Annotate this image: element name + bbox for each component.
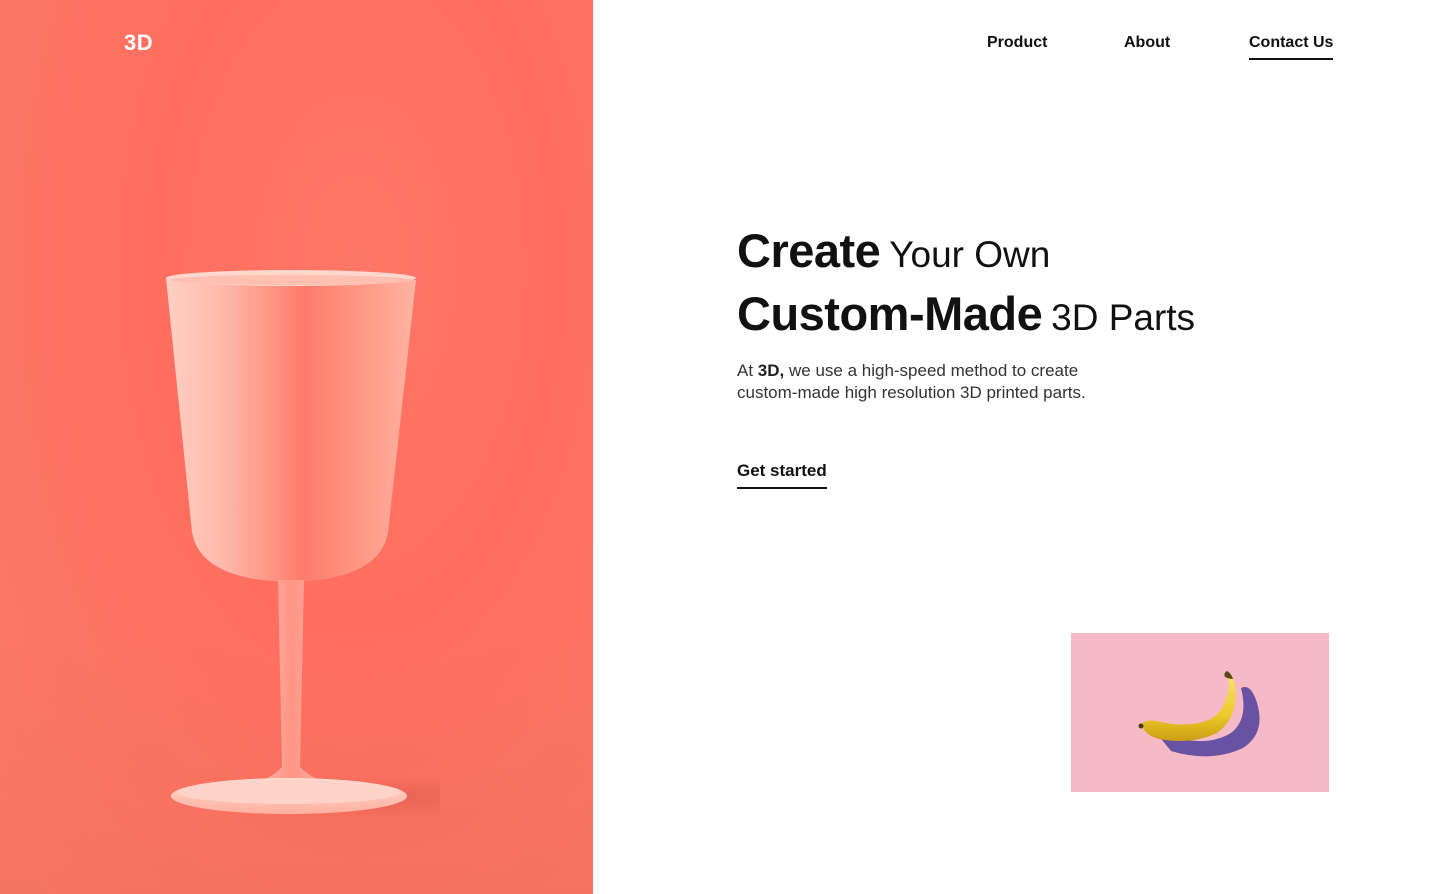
nav-contact-link[interactable]: Contact Us	[1249, 34, 1334, 60]
get-started-link[interactable]: Get started	[737, 461, 827, 489]
hero-headline: Create Your Own Custom-Made 3D Parts	[737, 222, 1195, 348]
headline-line1-bold: Create	[737, 224, 881, 277]
hero-description: At 3D, we use a high-speed method to cre…	[737, 360, 1137, 404]
description-prefix: At	[737, 361, 758, 380]
headline-line1-light: Your Own	[889, 234, 1051, 275]
description-rest: we use a high-speed method to create cus…	[737, 361, 1086, 402]
nav-about-link[interactable]: About	[1124, 34, 1170, 52]
logo[interactable]: 3D	[124, 30, 153, 56]
banana-image	[1138, 671, 1260, 757]
hero-image-panel: 3D	[0, 0, 593, 894]
description-brand: 3D,	[757, 361, 785, 380]
wine-glass-image	[166, 270, 440, 819]
banana-image-card	[1071, 633, 1329, 792]
top-nav: Product About Contact Us	[980, 34, 1340, 64]
nav-product-link[interactable]: Product	[987, 34, 1047, 52]
headline-line2-light: 3D Parts	[1051, 297, 1196, 338]
headline-line2-bold: Custom-Made	[737, 287, 1043, 340]
landing-page: 3D Product About Contact Us Create Your …	[0, 0, 1452, 894]
